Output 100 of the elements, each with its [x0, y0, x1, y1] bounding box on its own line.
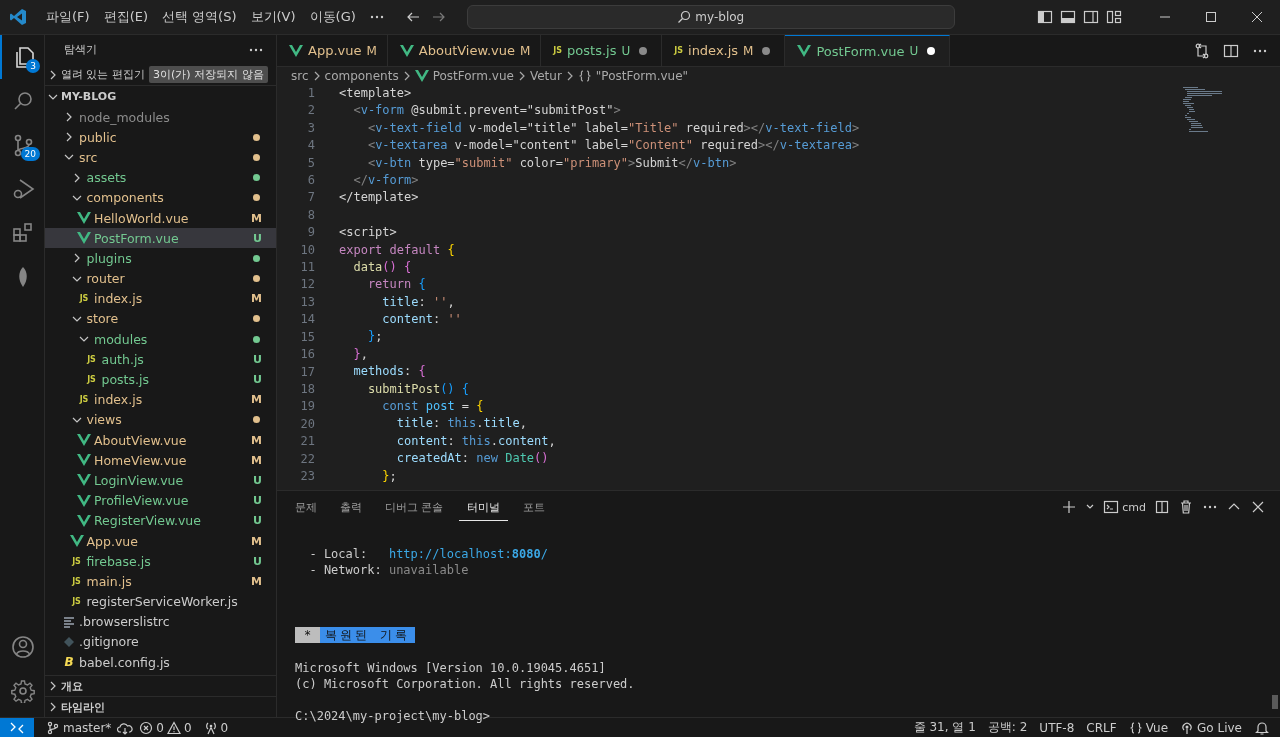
- ports-indicator[interactable]: 0: [197, 720, 235, 735]
- breadcrumb-item[interactable]: src: [291, 69, 309, 83]
- git-status: U: [253, 473, 262, 487]
- lines-file-icon: [62, 615, 76, 628]
- tree-item[interactable]: router: [45, 268, 276, 289]
- code-line: <v-form @submit.prevent="submitPost">: [353, 103, 621, 118]
- tree-item[interactable]: modules: [45, 329, 276, 350]
- tree-item[interactable]: JS index.js M: [45, 288, 276, 309]
- tree-item[interactable]: JS firebase.js U: [45, 551, 276, 572]
- tree-item[interactable]: App.vue M: [45, 530, 276, 552]
- status-item[interactable]: 줄 31, 열 1: [907, 719, 982, 736]
- search-icon: [677, 10, 692, 24]
- language-indicator[interactable]: Vue: [1122, 720, 1175, 735]
- breadcrumb-item[interactable]: "PostForm.vue": [577, 69, 689, 83]
- problems-indicator[interactable]: 0 0: [133, 720, 198, 735]
- tree-item[interactable]: PostForm.vue U: [45, 228, 276, 249]
- js-file-icon: JS: [72, 597, 81, 607]
- tree-item[interactable]: JS registerServiceWorker.js: [45, 591, 276, 612]
- panel-tab[interactable]: 출력: [332, 493, 370, 521]
- terminal-line: C:\2024\my-project\my-blog>: [295, 708, 491, 725]
- line-number: 17: [299, 363, 315, 381]
- tree-item[interactable]: .gitignore: [45, 631, 276, 653]
- extensions-icon[interactable]: [11, 221, 35, 245]
- breadcrumb-item[interactable]: Vetur: [529, 69, 562, 83]
- tree-item[interactable]: ProfileView.vue U: [45, 490, 276, 511]
- status-item[interactable]: UTF-8: [1033, 720, 1081, 735]
- compare-changes-icon[interactable]: [1194, 42, 1210, 59]
- tree-item[interactable]: public: [45, 127, 276, 148]
- go-live-button[interactable]: Go Live: [1174, 720, 1248, 735]
- js-file-icon: JS: [674, 46, 683, 55]
- line-number: 9: [306, 224, 315, 242]
- panel-tab[interactable]: 디버그 콘솔: [377, 493, 452, 521]
- tree-item[interactable]: LoginView.vue U: [45, 470, 276, 491]
- tree-item[interactable]: .browserslistrc: [45, 611, 276, 632]
- tree-item[interactable]: JS posts.js U: [45, 369, 276, 390]
- cloud-sync-icon[interactable]: [117, 720, 134, 735]
- git-status: U: [909, 44, 919, 58]
- tree-item[interactable]: node_modules: [45, 107, 276, 128]
- search-field[interactable]: my-blog: [466, 5, 955, 29]
- sidebar-toggle-icon[interactable]: [1037, 9, 1053, 25]
- menu-item[interactable]: 파일(F): [39, 8, 97, 26]
- tree-item[interactable]: plugins: [45, 248, 276, 269]
- branch-indicator[interactable]: master*: [40, 720, 118, 735]
- line-number: 1: [306, 85, 315, 102]
- menu-item[interactable]: 선택 영역(S): [155, 8, 244, 26]
- customize-layout-icon[interactable]: [1106, 9, 1122, 25]
- breadcrumb-item[interactable]: components: [324, 69, 399, 83]
- panel-tab[interactable]: 터미널: [458, 493, 508, 521]
- line-number: 4: [306, 137, 315, 155]
- code-line: submitPost() {: [367, 381, 470, 396]
- terminal-line: (c) Microsoft Corporation. All rights reserved.: [295, 675, 635, 692]
- unsaved-badge: 3이(가) 저장되지 않음: [149, 66, 268, 83]
- vue-icon: [77, 494, 91, 507]
- status-item[interactable]: CRLF: [1080, 720, 1123, 735]
- code-line: <v-text-field v-model="title" label="Title" required></v-text-field>: [367, 120, 860, 135]
- panel-tab[interactable]: 문제: [287, 493, 325, 521]
- split-editor-icon[interactable]: [1223, 42, 1239, 59]
- tree-item[interactable]: HomeView.vue M: [45, 450, 276, 471]
- tree-item[interactable]: views: [45, 409, 276, 430]
- tree-item[interactable]: src: [45, 147, 276, 168]
- terminal-shell-button[interactable]: cmd: [1103, 499, 1146, 515]
- vue-icon: [289, 44, 303, 57]
- tree-item[interactable]: B babel.config.js: [45, 652, 276, 673]
- section-header[interactable]: 열려 있는 편집기: [45, 66, 145, 83]
- tree-item[interactable]: components: [45, 187, 276, 208]
- git-status: M: [251, 534, 262, 548]
- editor-tab[interactable]: PostForm.vue U: [785, 35, 951, 66]
- tree-item[interactable]: JS auth.js U: [45, 349, 276, 370]
- section-header[interactable]: 타임라인: [45, 699, 105, 715]
- status-item[interactable]: 공백: 2: [981, 719, 1034, 736]
- section-header[interactable]: MY-BLOG: [45, 88, 117, 105]
- split-layout-icon[interactable]: [1083, 9, 1099, 25]
- breadcrumb-item[interactable]: PostForm.vue: [414, 69, 514, 83]
- settings-icon[interactable]: [11, 679, 35, 703]
- bell-icon[interactable]: [1254, 719, 1270, 736]
- menu-item[interactable]: 이동(G): [302, 8, 363, 26]
- split-terminal-icon[interactable]: [1154, 499, 1170, 515]
- tree-item[interactable]: HelloWorld.vue M: [45, 207, 276, 229]
- plus-icon[interactable]: [1061, 499, 1078, 515]
- tree-item[interactable]: store: [45, 308, 276, 330]
- tree-item[interactable]: JS main.js M: [45, 571, 276, 592]
- account-icon[interactable]: [11, 635, 35, 659]
- section-header[interactable]: 개요: [45, 678, 83, 694]
- run-debug-icon[interactable]: [11, 177, 35, 201]
- tree-item[interactable]: RegisterView.vue U: [45, 510, 276, 531]
- menu-item[interactable]: 보기(V): [243, 8, 303, 26]
- trash-icon[interactable]: [1178, 499, 1194, 515]
- menu-item[interactable]: 편집(E): [96, 8, 155, 26]
- js-file-icon: JS: [87, 375, 96, 385]
- panel-toggle-icon[interactable]: [1060, 9, 1076, 25]
- code-line: },: [353, 346, 368, 361]
- close-icon[interactable]: [1250, 499, 1266, 515]
- line-number: 2: [306, 102, 315, 120]
- tree-item[interactable]: assets: [45, 167, 276, 188]
- tree-item[interactable]: JS index.js M: [45, 389, 276, 410]
- remote-icon[interactable]: [0, 717, 34, 737]
- error-icon: [139, 720, 154, 735]
- line-number: 7: [306, 189, 315, 207]
- tree-item[interactable]: AboutView.vue M: [45, 430, 276, 451]
- panel-tab[interactable]: 포트: [514, 493, 553, 521]
